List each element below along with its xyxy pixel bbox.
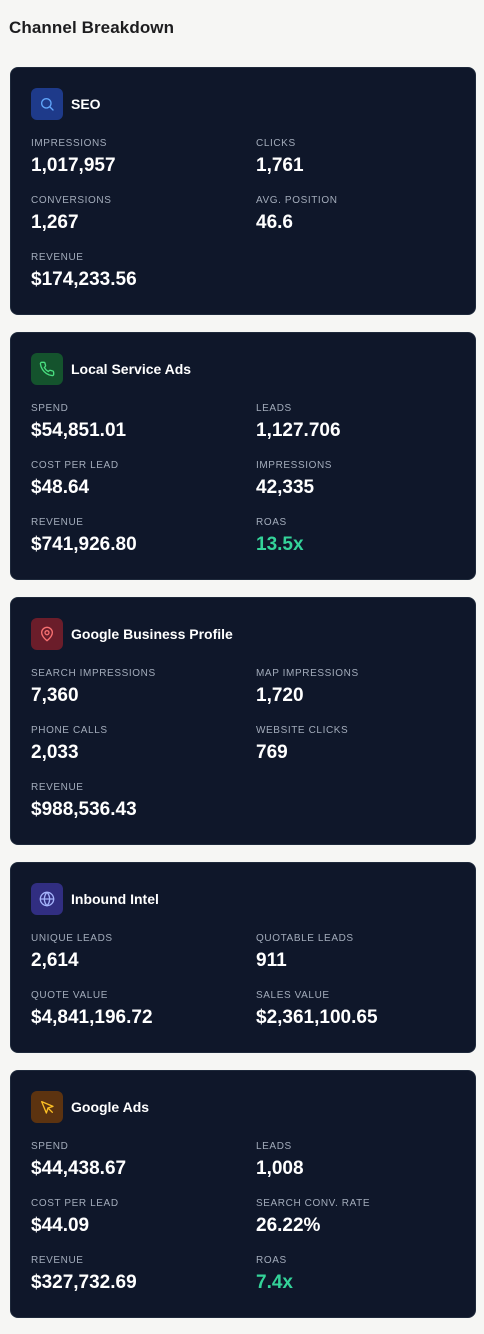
- metric-spend: SPEND $44,438.67: [31, 1141, 126, 1180]
- metric-avg-position: AVG. POSITION 46.6: [256, 195, 338, 234]
- metric-sales-value: SALES VALUE $2,361,100.65: [256, 990, 378, 1029]
- metric-revenue: REVENUE $327,732.69: [31, 1255, 137, 1294]
- metric-label: AVG. POSITION: [256, 195, 338, 206]
- search-icon: [31, 88, 63, 120]
- metric-label: SEARCH CONV. RATE: [256, 1198, 371, 1209]
- metric-impressions: IMPRESSIONS 42,335: [256, 460, 332, 499]
- metric-label: SALES VALUE: [256, 990, 330, 1001]
- metric-value: 42,335: [256, 477, 315, 498]
- metric-phone-calls: PHONE CALLS 2,033: [31, 725, 108, 764]
- channel-card-seo: SEO IMPRESSIONS 1,017,957 CLICKS 1,761 C…: [10, 67, 476, 315]
- metric-roas: ROAS 7.4x: [256, 1255, 293, 1294]
- metric-value: 1,008: [256, 1158, 304, 1179]
- channel-title: Local Service Ads: [71, 361, 192, 377]
- channel-card-header: Google Business Profile: [31, 618, 233, 650]
- channel-title: SEO: [71, 96, 101, 112]
- page-title: Channel Breakdown: [9, 18, 175, 37]
- channel-title: Google Business Profile: [71, 626, 233, 642]
- metric-conversions: CONVERSIONS 1,267: [31, 195, 112, 234]
- metric-label: MAP IMPRESSIONS: [256, 668, 359, 679]
- channel-title: Google Ads: [71, 1099, 150, 1115]
- metric-value: 1,127.706: [256, 420, 341, 441]
- metric-label: ROAS: [256, 517, 287, 528]
- metric-label: REVENUE: [31, 517, 84, 528]
- metric-value: $741,926.80: [31, 534, 137, 555]
- metric-label: IMPRESSIONS: [256, 460, 333, 471]
- metric-value: $44.09: [31, 1215, 90, 1236]
- metric-value: $327,732.69: [31, 1272, 137, 1293]
- metric-value: $44,438.67: [31, 1158, 127, 1179]
- metric-label: COST PER LEAD: [31, 1198, 119, 1209]
- channel-card-header: Inbound Intel: [31, 883, 159, 915]
- metric-search-conv-rate: SEARCH CONV. RATE 26.22%: [256, 1198, 370, 1237]
- metric-label: PHONE CALLS: [31, 725, 108, 736]
- metric-value: 1,761: [256, 155, 304, 176]
- metric-value: 1,720: [256, 685, 304, 706]
- channel-card-header: Local Service Ads: [31, 353, 191, 385]
- phone-icon: [31, 353, 63, 385]
- cursor-icon: [31, 1091, 63, 1123]
- metric-label: LEADS: [256, 403, 292, 414]
- metric-value: 46.6: [256, 212, 293, 233]
- metric-label: SPEND: [31, 403, 69, 414]
- metric-label: UNIQUE LEADS: [31, 933, 113, 944]
- metric-label: REVENUE: [31, 782, 84, 793]
- metric-spend: SPEND $54,851.01: [31, 403, 126, 442]
- metric-value: 1,267: [31, 212, 79, 233]
- metric-value: $174,233.56: [31, 269, 137, 290]
- metric-label: CONVERSIONS: [31, 195, 112, 206]
- metric-search-impressions: SEARCH IMPRESSIONS 7,360: [31, 668, 156, 707]
- metric-value: $2,361,100.65: [256, 1007, 378, 1028]
- metric-revenue: REVENUE $741,926.80: [31, 517, 137, 556]
- channel-card-header: Google Ads: [31, 1091, 149, 1123]
- channel-card-inbound-intel: Inbound Intel UNIQUE LEADS 2,614 QUOTABL…: [10, 862, 476, 1053]
- metric-impressions: IMPRESSIONS 1,017,957: [31, 138, 116, 177]
- channel-title: Inbound Intel: [71, 891, 159, 907]
- metric-value: $4,841,196.72: [31, 1007, 153, 1028]
- metric-value: $988,536.43: [31, 799, 137, 820]
- channel-card-header: SEO: [31, 88, 101, 120]
- metric-value: 2,614: [31, 950, 79, 971]
- metric-label: WEBSITE CLICKS: [256, 725, 349, 736]
- metric-website-clicks: WEBSITE CLICKS 769: [256, 725, 348, 764]
- metric-label: QUOTABLE LEADS: [256, 933, 354, 944]
- metric-quotable-leads: QUOTABLE LEADS 911: [256, 933, 354, 972]
- metric-value: $54,851.01: [31, 420, 127, 441]
- metric-unique-leads: UNIQUE LEADS 2,614: [31, 933, 113, 972]
- metric-label: SPEND: [31, 1141, 69, 1152]
- channel-card-local-service-ads: Local Service Ads SPEND $54,851.01 LEADS…: [10, 332, 476, 580]
- metric-value: 769: [256, 742, 288, 763]
- metric-label: CLICKS: [256, 138, 296, 149]
- metric-clicks: CLICKS 1,761: [256, 138, 304, 177]
- metric-value: 26.22%: [256, 1215, 321, 1236]
- metric-cost-per-lead: COST PER LEAD $48.64: [31, 460, 119, 499]
- metric-value: 2,033: [31, 742, 79, 763]
- metric-label: ROAS: [256, 1255, 287, 1266]
- map-pin-icon: [31, 618, 63, 650]
- globe-icon: [31, 883, 63, 915]
- metric-label: REVENUE: [31, 1255, 84, 1266]
- metric-label: QUOTE VALUE: [31, 990, 108, 1001]
- metric-cost-per-lead: COST PER LEAD $44.09: [31, 1198, 119, 1237]
- metric-value: 1,017,957: [31, 155, 116, 176]
- metric-value: 7.4x: [256, 1272, 293, 1293]
- metric-quote-value: QUOTE VALUE $4,841,196.72: [31, 990, 153, 1029]
- metric-revenue: REVENUE $174,233.56: [31, 252, 137, 291]
- metric-roas: ROAS 13.5x: [256, 517, 304, 556]
- metric-value: 911: [256, 950, 287, 971]
- metric-value: 7,360: [31, 685, 79, 706]
- metric-label: IMPRESSIONS: [31, 138, 108, 149]
- metric-revenue: REVENUE $988,536.43: [31, 782, 137, 821]
- metric-value: $48.64: [31, 477, 90, 498]
- channel-card-google-ads: Google Ads SPEND $44,438.67 LEADS 1,008 …: [10, 1070, 476, 1318]
- metric-label: COST PER LEAD: [31, 460, 119, 471]
- channel-card-google-business-profile: Google Business Profile SEARCH IMPRESSIO…: [10, 597, 476, 845]
- metric-label: REVENUE: [31, 252, 84, 263]
- metric-leads: LEADS 1,127.706: [256, 403, 341, 442]
- metric-map-impressions: MAP IMPRESSIONS 1,720: [256, 668, 359, 707]
- metric-label: LEADS: [256, 1141, 292, 1152]
- metric-leads: LEADS 1,008: [256, 1141, 304, 1180]
- metric-label: SEARCH IMPRESSIONS: [31, 668, 156, 679]
- metric-value: 13.5x: [256, 534, 304, 555]
